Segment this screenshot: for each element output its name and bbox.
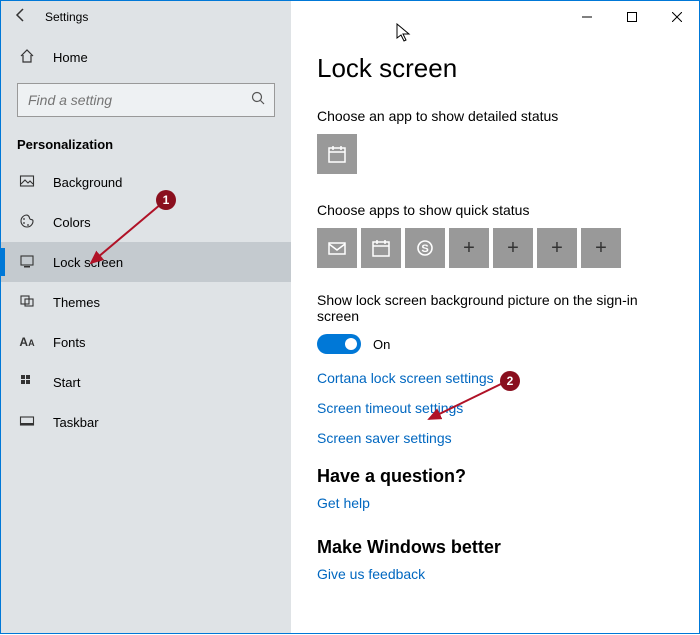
- detailed-app-tile[interactable]: [317, 134, 357, 174]
- feedback-heading: Make Windows better: [317, 537, 673, 558]
- link-cortana[interactable]: Cortana lock screen settings: [317, 370, 673, 386]
- sidebar-item-background[interactable]: Background: [1, 162, 291, 202]
- svg-text:S: S: [421, 243, 428, 255]
- sidebar-item-start[interactable]: Start: [1, 362, 291, 402]
- bg-toggle-label: Show lock screen background picture on t…: [317, 292, 673, 324]
- home-icon: [17, 48, 37, 67]
- quick-app-add[interactable]: +: [581, 228, 621, 268]
- search-icon: [251, 91, 265, 108]
- lock-icon: [17, 253, 37, 272]
- sidebar-item-label: Background: [53, 175, 122, 190]
- palette-icon: [17, 213, 37, 232]
- quick-app-add[interactable]: +: [537, 228, 577, 268]
- quick-app-add[interactable]: +: [493, 228, 533, 268]
- quick-app-mail[interactable]: [317, 228, 357, 268]
- quick-app-add[interactable]: +: [449, 228, 489, 268]
- link-feedback[interactable]: Give us feedback: [317, 566, 673, 582]
- quick-app-skype[interactable]: S: [405, 228, 445, 268]
- start-icon: [17, 373, 37, 392]
- maximize-button[interactable]: [609, 1, 654, 33]
- annotation-badge-2: 2: [500, 371, 520, 391]
- sidebar-item-label: Themes: [53, 295, 100, 310]
- sidebar-item-label: Taskbar: [53, 415, 99, 430]
- quick-status-label: Choose apps to show quick status: [317, 202, 673, 218]
- minimize-button[interactable]: [564, 1, 609, 33]
- sidebar-item-taskbar[interactable]: Taskbar: [1, 402, 291, 442]
- sidebar: Home Personalization Background Colors: [1, 33, 291, 633]
- sidebar-item-label: Colors: [53, 215, 91, 230]
- sidebar-item-label: Fonts: [53, 335, 86, 350]
- link-screen-saver[interactable]: Screen saver settings: [317, 430, 673, 446]
- link-screen-timeout[interactable]: Screen timeout settings: [317, 400, 673, 416]
- fonts-icon: AA: [17, 335, 37, 349]
- bg-toggle[interactable]: [317, 334, 361, 354]
- sidebar-home-label: Home: [53, 50, 88, 65]
- search-wrap: [17, 83, 275, 117]
- search-input[interactable]: [17, 83, 275, 117]
- sidebar-item-fonts[interactable]: AA Fonts: [1, 322, 291, 362]
- close-button[interactable]: [654, 1, 699, 33]
- bg-toggle-value: On: [373, 337, 390, 352]
- taskbar-icon: [17, 413, 37, 432]
- main-panel: Lock screen Choose an app to show detail…: [291, 33, 699, 633]
- window-title: Settings: [41, 10, 88, 24]
- sidebar-item-label: Lock screen: [53, 255, 123, 270]
- image-icon: [17, 173, 37, 192]
- sidebar-item-themes[interactable]: Themes: [1, 282, 291, 322]
- themes-icon: [17, 293, 37, 312]
- back-button[interactable]: [1, 7, 41, 28]
- detailed-status-label: Choose an app to show detailed status: [317, 108, 673, 124]
- title-bar: Settings: [1, 1, 699, 33]
- annotation-badge-1: 1: [156, 190, 176, 210]
- sidebar-item-label: Start: [53, 375, 80, 390]
- sidebar-category: Personalization: [1, 131, 291, 162]
- link-get-help[interactable]: Get help: [317, 495, 673, 511]
- sidebar-home[interactable]: Home: [1, 37, 291, 77]
- sidebar-item-colors[interactable]: Colors: [1, 202, 291, 242]
- sidebar-item-lock-screen[interactable]: Lock screen: [1, 242, 291, 282]
- page-title: Lock screen: [317, 53, 673, 84]
- question-heading: Have a question?: [317, 466, 673, 487]
- quick-app-calendar[interactable]: [361, 228, 401, 268]
